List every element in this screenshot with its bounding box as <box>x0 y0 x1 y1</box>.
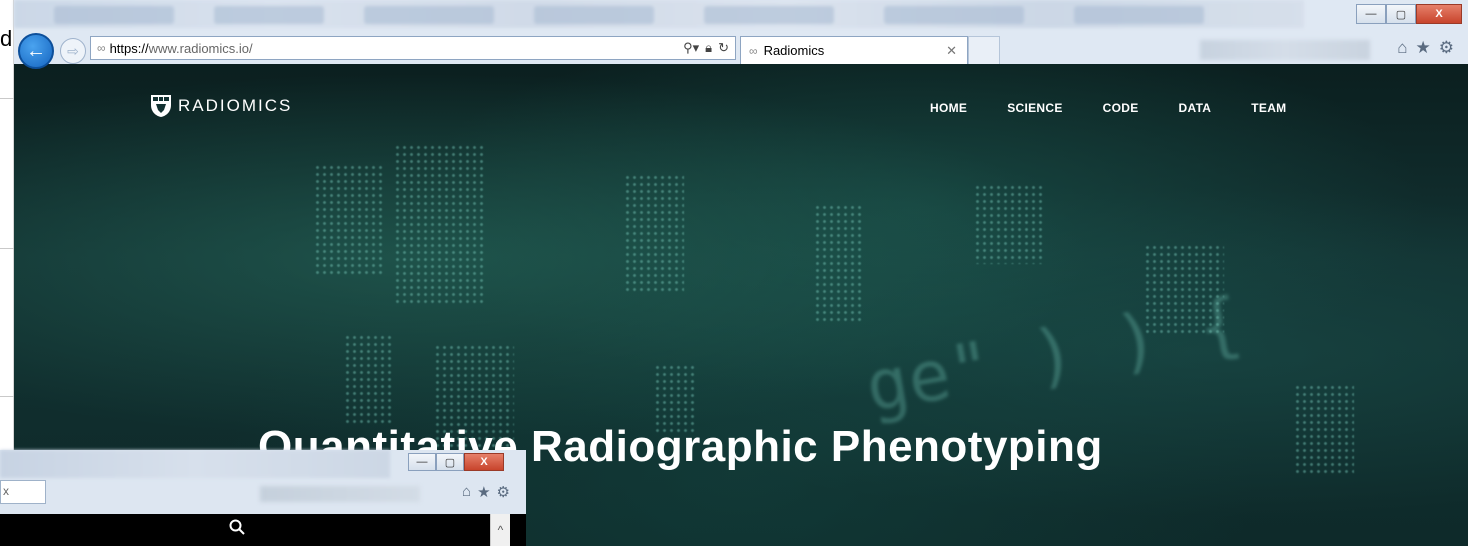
minimize-button[interactable]: — <box>1356 4 1386 24</box>
tab-favicon-icon: ∞ <box>749 43 758 58</box>
forward-arrow-icon: ⇨ <box>67 42 79 59</box>
home-icon[interactable]: ⌂ <box>1397 38 1407 58</box>
star-icon[interactable]: ★ <box>1416 38 1431 58</box>
secondary-window-controls: — ▢ X <box>408 453 504 471</box>
search-icon[interactable]: ⚲▾ <box>683 40 699 56</box>
window-controls: — ▢ X <box>1356 4 1462 24</box>
background-pattern <box>394 144 484 304</box>
secondary-address-bar[interactable]: x <box>0 480 46 504</box>
background-pattern <box>624 174 684 294</box>
search-icon[interactable] <box>228 518 246 536</box>
divider <box>0 248 14 249</box>
scroll-up-icon[interactable]: ^ <box>498 523 504 537</box>
background-pattern <box>1294 384 1354 474</box>
background-pattern <box>974 184 1044 264</box>
secondary-restore-button[interactable]: ▢ <box>436 453 464 471</box>
nav-data[interactable]: DATA <box>1179 101 1212 115</box>
background-pattern <box>814 204 864 324</box>
close-icon[interactable]: x <box>3 484 9 498</box>
back-arrow-icon: ← <box>26 39 46 62</box>
blurred-tab-strip <box>14 0 1304 28</box>
lock-icon[interactable]: 🔒︎ <box>705 40 712 56</box>
site-identity-icon: ∞ <box>97 41 106 55</box>
divider <box>0 98 14 99</box>
background-pattern <box>314 164 384 274</box>
nav-team[interactable]: TEAM <box>1251 101 1286 115</box>
back-button[interactable]: ← <box>18 33 54 69</box>
gear-icon[interactable]: ⚙ <box>1439 38 1454 58</box>
background-window-text: d <box>0 26 13 51</box>
secondary-blurred-toolbar <box>260 486 420 502</box>
background-code-glyphs: ge" ) ) { <box>859 281 1248 429</box>
forward-button[interactable]: ⇨ <box>60 38 86 64</box>
new-tab-button[interactable] <box>968 36 1000 64</box>
home-icon[interactable]: ⌂ <box>462 483 471 501</box>
site-nav: HOME SCIENCE CODE DATA TEAM <box>930 101 1326 115</box>
tab-title: Radiomics <box>763 43 825 58</box>
star-icon[interactable]: ★ <box>477 483 490 501</box>
secondary-page-content: ^ <box>0 514 526 546</box>
tab-close-icon[interactable]: ✕ <box>946 43 957 59</box>
nav-code[interactable]: CODE <box>1103 101 1139 115</box>
gear-icon[interactable]: ⚙ <box>497 483 510 501</box>
background-pattern <box>344 334 394 424</box>
divider <box>0 396 14 397</box>
url-scheme: https:// <box>109 40 149 56</box>
secondary-close-button[interactable]: X <box>464 453 504 471</box>
site-logo[interactable]: RADIOMICS <box>150 94 292 118</box>
secondary-blurred-tabs <box>0 450 390 478</box>
nav-home[interactable]: HOME <box>930 101 967 115</box>
restore-button[interactable]: ▢ <box>1386 4 1416 24</box>
close-button[interactable]: X <box>1416 4 1462 24</box>
toolbar-icons: ⌂ ★ ⚙ <box>1397 38 1454 58</box>
shield-logo-icon <box>151 95 171 117</box>
blurred-toolbar <box>1200 40 1370 60</box>
nav-science[interactable]: SCIENCE <box>1007 101 1062 115</box>
secondary-browser-window: — ▢ X x ⌂ ★ ⚙ ^ <box>0 450 526 546</box>
address-bar[interactable]: ∞ https:// www.radiomics.io/ ⚲▾ 🔒︎ ↻ <box>90 36 736 60</box>
scrollbar[interactable]: ^ <box>490 514 510 546</box>
refresh-icon[interactable]: ↻ <box>718 40 729 56</box>
url-host: www.radiomics.io/ <box>148 40 253 56</box>
secondary-minimize-button[interactable]: — <box>408 453 436 471</box>
secondary-toolbar-icons: ⌂ ★ ⚙ <box>462 483 510 501</box>
brand-name: RADIOMICS <box>178 96 293 115</box>
tab-radiomics[interactable]: ∞ Radiomics ✕ <box>740 36 968 64</box>
